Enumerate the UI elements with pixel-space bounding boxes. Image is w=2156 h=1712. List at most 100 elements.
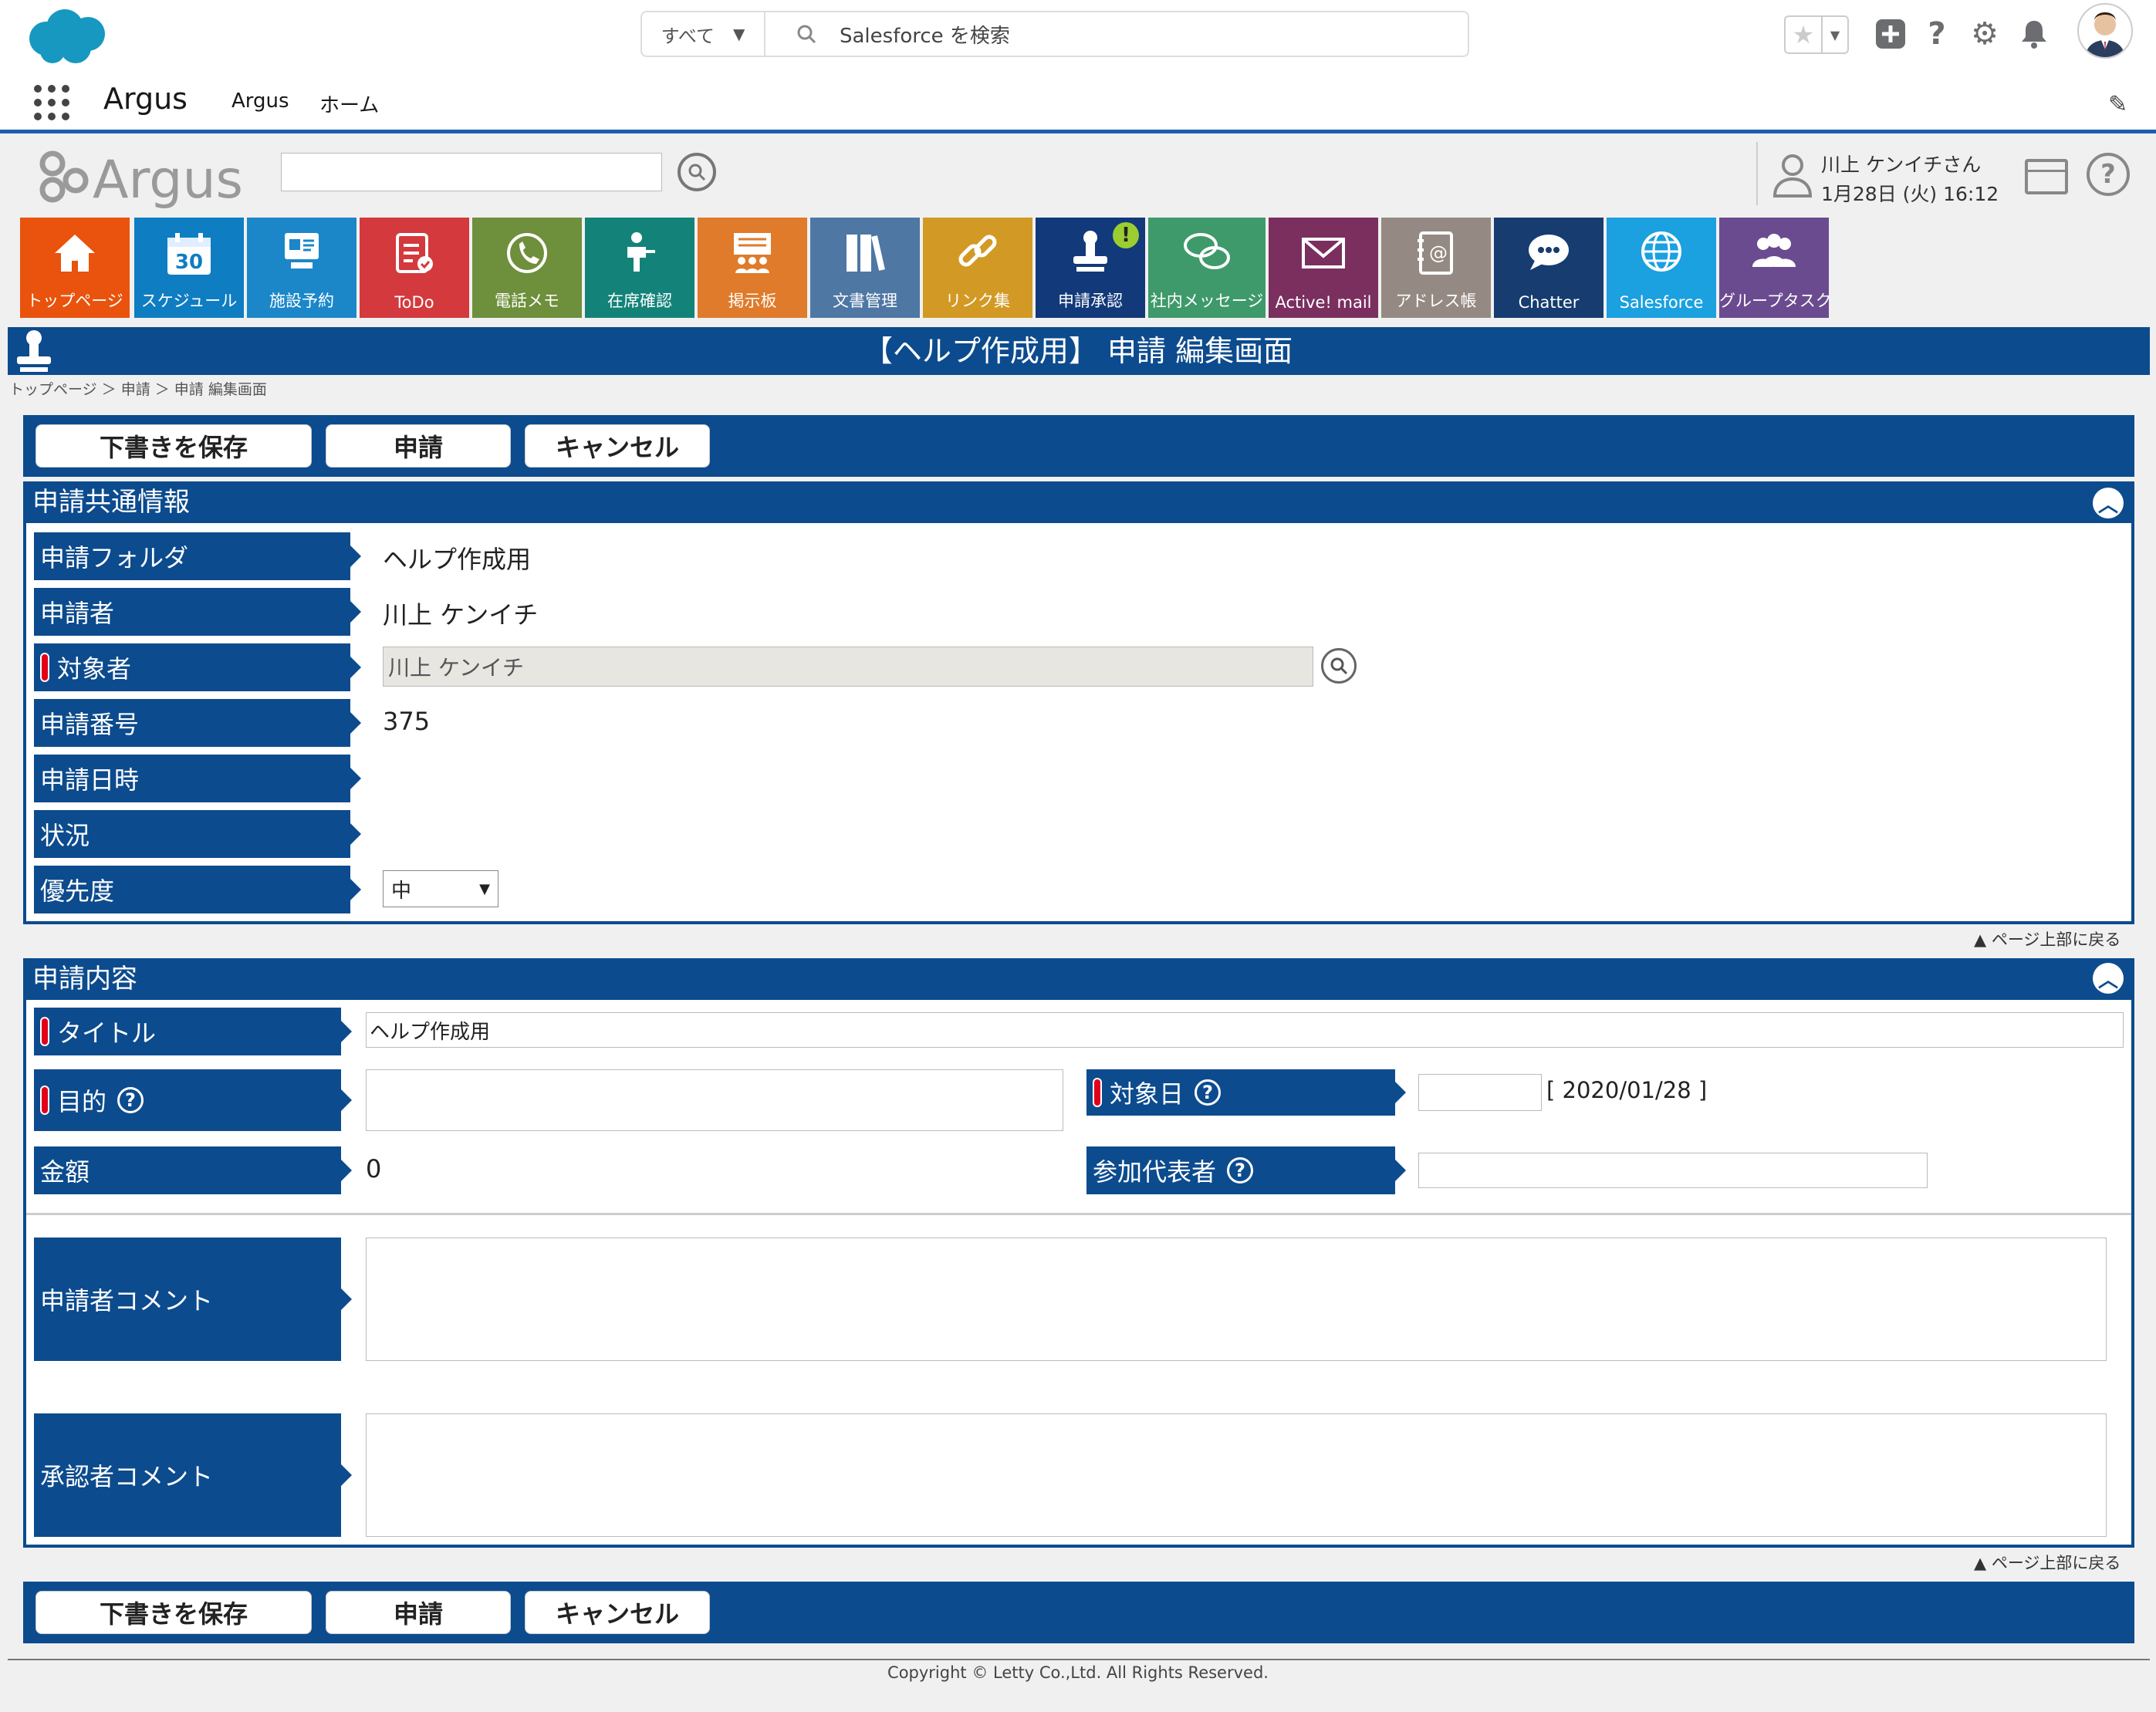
bulletin-icon [734,233,771,273]
cancel-button[interactable]: キャンセル [525,1591,710,1634]
argus-logo[interactable]: Argus [35,142,259,213]
current-datetime: 1月28日 (火) 16:12 [1821,183,1999,205]
status-label: 状況 [34,810,350,858]
tile-label: 施設予約 [269,292,334,310]
priority-select[interactable]: 中 ▼ [383,870,498,907]
app-launcher-icon[interactable] [32,83,71,122]
tile-phone[interactable]: 電話メモ [472,218,582,318]
document-icon [847,235,885,272]
breadcrumb[interactable]: トップページ ＞ 申請 ＞ 申請 編集画面 [9,378,267,399]
participant-label: 参加代表者? [1086,1146,1395,1194]
tile-presence[interactable]: 在席確認 [585,218,694,318]
save-draft-button[interactable]: 下書きを保存 [35,1591,312,1634]
target-date-hint: [ 2020/01/28 ] [1546,1077,1708,1103]
search-placeholder: Salesforce を検索 [840,24,1010,48]
window-icon[interactable] [2025,159,2068,194]
svg-text:@: @ [1429,242,1448,264]
search-scope-select[interactable]: すべて ▼ [640,11,764,57]
tile-globe[interactable]: Salesforce [1607,218,1716,318]
applicant-label: 申請者 [34,588,350,636]
target-date-label: 対象日? [1086,1069,1395,1116]
tile-mail[interactable]: Active! mail [1269,218,1378,318]
notifications-bell-icon[interactable] [2017,17,2051,51]
title-label: タイトル [34,1008,341,1055]
target-date-input[interactable] [1418,1074,1542,1111]
svg-text:30: 30 [175,251,203,274]
folder-label: 申請フォルダ [34,532,350,580]
apply-button[interactable]: 申請 [326,424,511,468]
chevron-down-icon: ▼ [1821,17,1847,52]
collapse-section-icon[interactable]: ︿ [2093,963,2124,994]
search-scope-label: すべて [661,25,715,47]
app-name: Argus [103,82,188,116]
nav-tab-argus[interactable]: Argus [231,89,289,113]
approver-comment-textarea[interactable] [366,1413,2107,1537]
salesforce-logo[interactable] [22,5,114,66]
favorites-button[interactable]: ★ ▼ [1784,15,1849,54]
tile-label: トップページ [26,292,123,310]
title-input[interactable]: ヘルプ作成用 [366,1012,2124,1048]
amount-label: 金額 [34,1146,341,1194]
tile-bulletin[interactable]: 掲示板 [698,218,807,318]
save-draft-button[interactable]: 下書きを保存 [35,424,312,468]
target-person-search-button[interactable] [1321,648,1357,684]
collapse-section-icon[interactable]: ︿ [2093,488,2124,518]
tile-chatter[interactable]: Chatter [1494,218,1603,318]
applicant-comment-textarea[interactable] [366,1238,2107,1361]
target-person-input[interactable]: 川上 ケンイチ [383,647,1313,687]
nav-tab-home[interactable]: ホーム [319,89,379,118]
todo-icon [396,233,433,273]
purpose-textarea[interactable] [366,1069,1063,1131]
priority-value: 中 [391,879,412,903]
user-icon [1772,154,1813,198]
header-divider [0,130,2156,133]
tile-stamp[interactable]: 申請承認! [1036,218,1145,318]
tile-home[interactable]: トップページ [20,218,130,318]
content-header: 申請内容 [23,958,2134,1000]
tile-document[interactable]: 文書管理 [810,218,920,318]
required-marker [40,1017,49,1046]
tile-label: スケジュール [140,292,238,310]
home-icon [55,235,95,272]
tile-group[interactable]: グループタスク [1719,218,1829,318]
back-to-top-link[interactable]: ▲ ページ上部に戻る [1974,1551,2121,1574]
tile-label: Chatter [1518,293,1580,312]
cancel-button[interactable]: キャンセル [525,424,710,468]
salesforce-search-input[interactable]: Salesforce を検索 [764,11,1469,57]
help-question-icon[interactable]: ? [1195,1079,1222,1106]
link-icon [958,235,997,267]
tile-label: Active! mail [1275,293,1372,312]
priority-label: 優先度 [34,866,350,913]
tile-label: アドレス帳 [1395,292,1477,310]
apply-button[interactable]: 申請 [326,1591,511,1634]
tile-calendar[interactable]: 30 スケジュール [134,218,244,318]
setup-gear-icon[interactable]: ⚙ [1968,16,2002,52]
tile-address-book[interactable]: @ アドレス帳 [1381,218,1491,318]
tile-label: ToDo [394,293,434,312]
edit-nav-pencil-icon[interactable]: ✎ [2108,91,2127,118]
help-icon[interactable]: ? [2087,153,2130,196]
argus-search-button[interactable] [678,153,716,191]
user-name: 川上 ケンイチさん [1821,154,1982,176]
tile-link[interactable]: リンク集 [923,218,1032,318]
user-avatar[interactable] [2077,3,2133,59]
message-icon [1184,233,1230,269]
tile-todo[interactable]: ToDo [360,218,469,318]
tile-label: 申請承認 [1058,292,1123,310]
argus-search-input[interactable] [281,153,662,191]
tile-facility[interactable]: 施設予約 [247,218,357,318]
star-icon: ★ [1792,20,1815,49]
help-question-icon[interactable]: ? [1227,1157,1254,1184]
help-question-icon[interactable]: ? [1920,16,1954,52]
tile-label: 在席確認 [607,292,672,310]
global-actions-button[interactable] [1874,17,1908,51]
help-question-icon[interactable]: ? [117,1087,144,1113]
tile-label: 社内メッセージ [1150,292,1264,310]
user-divider [1756,142,1758,205]
group-icon [1752,234,1796,267]
participant-input[interactable] [1418,1153,1928,1188]
tile-message[interactable]: 社内メッセージ [1148,218,1266,318]
search-icon [1330,657,1348,675]
back-to-top-link[interactable]: ▲ ページ上部に戻る [1974,927,2121,951]
page-title: 【ヘルプ作成用】 申請 編集画面 [863,334,1293,368]
